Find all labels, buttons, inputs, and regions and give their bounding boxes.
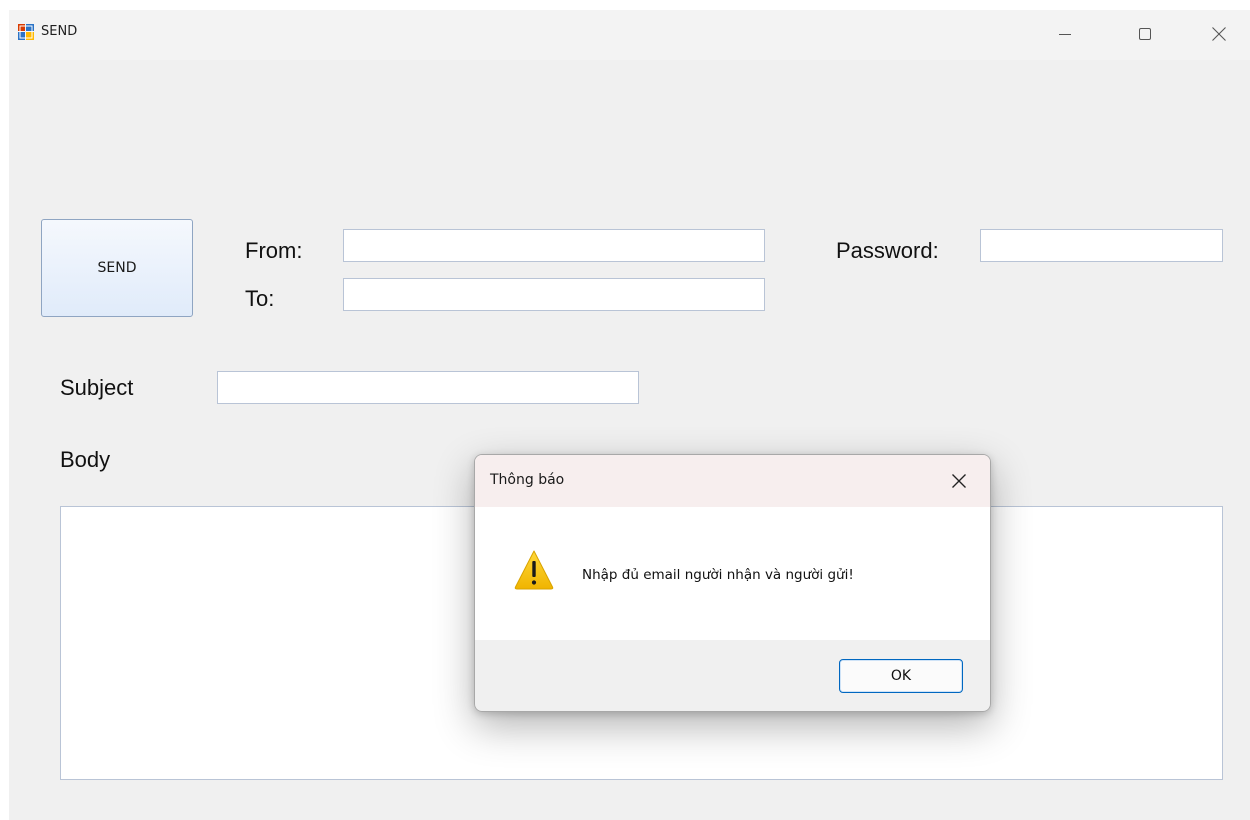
maximize-button[interactable] bbox=[1122, 10, 1168, 58]
subject-label: Subject bbox=[60, 375, 134, 400]
title-bar: SEND bbox=[9, 10, 1250, 60]
dialog-title-bar: Thông báo bbox=[475, 455, 990, 507]
password-label: Password: bbox=[836, 238, 939, 263]
dialog-message: Nhập đủ email người nhận và người gửi! bbox=[582, 567, 854, 583]
message-dialog: Thông báo Nhập đủ email người nhận và ng… bbox=[474, 454, 991, 712]
close-icon bbox=[1212, 27, 1226, 41]
body-label: Body bbox=[60, 447, 111, 472]
minimize-button[interactable] bbox=[1042, 10, 1088, 58]
app-icon bbox=[18, 24, 34, 40]
to-label: To: bbox=[245, 286, 275, 311]
ok-button[interactable]: OK bbox=[839, 659, 963, 693]
from-label: From: bbox=[245, 238, 303, 263]
minimize-icon bbox=[1059, 34, 1071, 35]
send-button[interactable]: SEND bbox=[41, 219, 193, 317]
from-input[interactable] bbox=[343, 229, 765, 262]
dialog-title: Thông báo bbox=[490, 472, 565, 488]
to-input[interactable] bbox=[343, 278, 765, 311]
window-title: SEND bbox=[41, 24, 78, 39]
maximize-icon bbox=[1139, 28, 1151, 40]
close-icon bbox=[952, 474, 966, 488]
warning-icon bbox=[514, 550, 554, 590]
dialog-close-button[interactable] bbox=[945, 467, 973, 495]
subject-input[interactable] bbox=[217, 371, 639, 404]
close-button[interactable] bbox=[1196, 10, 1242, 58]
password-input[interactable] bbox=[980, 229, 1223, 262]
dialog-body: Nhập đủ email người nhận và người gửi! bbox=[475, 507, 990, 640]
